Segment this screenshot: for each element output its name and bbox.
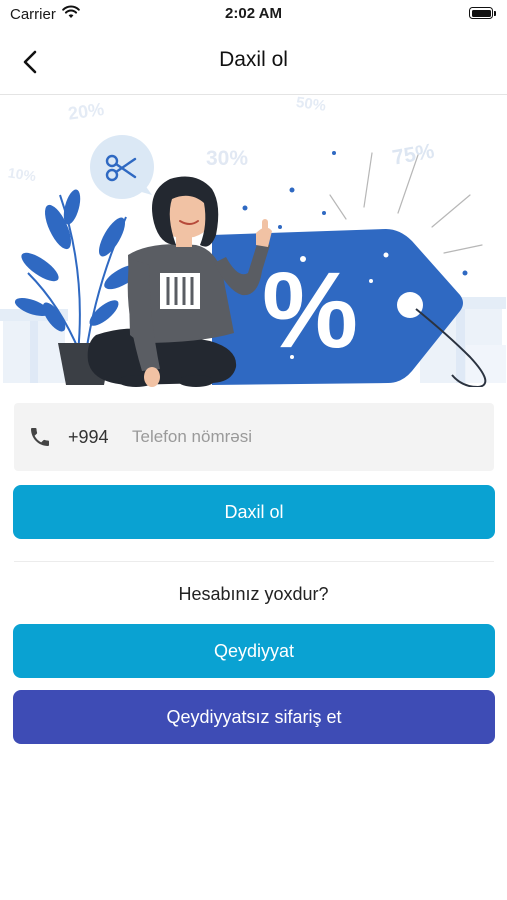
battery-icon [469,7,497,20]
register-button[interactable]: Qeydiyyat [13,624,495,678]
guest-order-button[interactable]: Qeydiyyatsız sifariş et [13,690,495,744]
phone-number-input[interactable] [132,417,472,457]
phone-icon [28,425,52,449]
tag-percent-symbol: % [262,249,358,370]
badge-text: 75% [391,140,437,170]
country-code-prefix: +994 [68,427,109,447]
status-bar: Carrier 2:02 AM [0,0,507,30]
badge-text: 30% [206,147,248,170]
page-title: Daxil ol [219,48,288,71]
hero-illustration: 20% 50% 30% 75% 10% % [0,94,507,389]
phone-field[interactable]: +994 [14,403,494,471]
badge-text: 20% [67,99,105,124]
badge-text: 10% [7,164,38,184]
no-account-prompt: Hesabınız yoxdur? [178,584,329,604]
status-time: 2:02 AM [225,5,282,22]
login-button[interactable]: Daxil ol [13,485,495,539]
divider [14,561,494,562]
nav-bar: Daxil ol [0,30,507,95]
badge-text: 50% [295,95,327,115]
